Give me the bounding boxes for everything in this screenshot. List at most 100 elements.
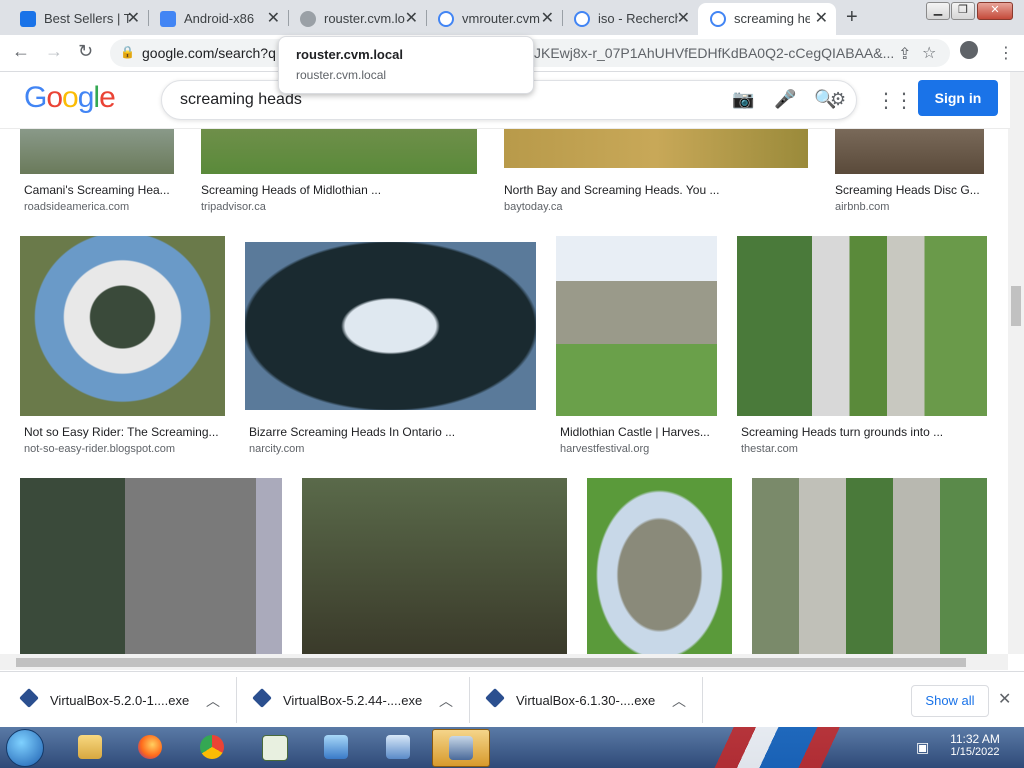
result-thumbnail[interactable]: [835, 128, 984, 174]
tab-android-x86[interactable]: Android-x86 ✕: [148, 3, 288, 35]
result-card[interactable]: [587, 478, 732, 654]
bookmark-star-icon[interactable]: ☆: [922, 43, 936, 63]
url-text: google.com/search?q: [142, 45, 276, 61]
close-tab-icon[interactable]: ✕: [541, 8, 554, 28]
result-thumbnail[interactable]: [20, 236, 225, 416]
windows-taskbar: ▣ 11:32 AM 1/15/2022: [0, 727, 1024, 768]
result-source[interactable]: tripadvisor.ca: [201, 201, 266, 213]
reload-icon[interactable]: ↻: [78, 41, 93, 62]
google-favicon-icon: [574, 11, 590, 27]
result-thumbnail[interactable]: [20, 128, 174, 174]
lock-icon[interactable]: 🔒: [120, 45, 135, 59]
close-tab-icon[interactable]: ✕: [815, 8, 828, 28]
camera-icon[interactable]: 📷: [732, 89, 754, 110]
close-tab-icon[interactable]: ✕: [267, 8, 280, 28]
tab-best-sellers[interactable]: Best Sellers | T ✕: [8, 3, 148, 35]
result-caption[interactable]: Midlothian Castle | Harves...: [560, 425, 720, 439]
result-card[interactable]: North Bay and Screaming Heads. You ... b…: [500, 128, 820, 218]
maximize-button[interactable]: ❐: [951, 2, 975, 20]
forward-arrow-icon[interactable]: →: [45, 41, 63, 62]
google-logo[interactable]: Google: [24, 81, 116, 115]
network-tray-icon[interactable]: ▣: [916, 739, 929, 756]
result-card[interactable]: [752, 478, 987, 654]
close-download-bar-icon[interactable]: ✕: [998, 689, 1011, 709]
taskbar-notepad[interactable]: [246, 729, 302, 765]
globe-icon: [300, 11, 316, 27]
result-thumbnail[interactable]: [201, 128, 477, 174]
result-caption[interactable]: Screaming Heads of Midlothian ...: [201, 183, 491, 197]
result-thumbnail[interactable]: [245, 242, 536, 410]
result-source[interactable]: baytoday.ca: [504, 201, 563, 213]
result-source[interactable]: harvestfestival.org: [560, 443, 649, 455]
chevron-up-icon[interactable]: ︿: [672, 691, 686, 711]
minimize-button[interactable]: ▁: [926, 2, 950, 20]
taskbar-explorer[interactable]: [62, 729, 118, 765]
result-caption[interactable]: Not so Easy Rider: The Screaming...: [24, 425, 224, 439]
download-divider: [702, 677, 703, 723]
firefox-icon: [138, 735, 162, 759]
settings-gear-icon[interactable]: ⚙: [830, 89, 846, 110]
show-all-button[interactable]: Show all: [911, 685, 989, 717]
result-caption[interactable]: Camani's Screaming Hea...: [24, 183, 194, 197]
taskbar-firefox[interactable]: [122, 729, 178, 765]
result-card[interactable]: [302, 478, 567, 654]
result-source[interactable]: airbnb.com: [835, 201, 889, 213]
download-item[interactable]: VirtualBox-5.2.0-1....exe ︿: [19, 685, 232, 715]
more-menu-icon[interactable]: ⋮: [998, 43, 1014, 63]
sign-in-button[interactable]: Sign in: [918, 80, 998, 116]
result-thumbnail[interactable]: [737, 236, 987, 416]
tab-rouster[interactable]: rouster.cvm.lo ✕: [288, 3, 426, 35]
microphone-icon[interactable]: 🎤: [774, 89, 796, 110]
result-source[interactable]: roadsideamerica.com: [24, 201, 129, 213]
result-card[interactable]: Camani's Screaming Hea... roadsideameric…: [20, 128, 195, 218]
chevron-up-icon[interactable]: ︿: [206, 691, 220, 711]
new-tab-button[interactable]: +: [846, 6, 858, 29]
result-caption[interactable]: Screaming Heads turn grounds into ...: [741, 425, 986, 439]
vertical-scrollbar[interactable]: [1008, 72, 1024, 654]
result-card[interactable]: Screaming Heads Disc G... airbnb.com: [831, 128, 991, 218]
google-favicon-icon: [710, 11, 726, 27]
profile-avatar-icon[interactable]: [960, 41, 978, 59]
result-card[interactable]: Midlothian Castle | Harves... harvestfes…: [556, 236, 726, 466]
close-tab-icon[interactable]: ✕: [127, 8, 140, 28]
result-thumbnail[interactable]: [302, 478, 567, 654]
tab-vmrouter[interactable]: vmrouter.cvm ✕: [426, 3, 562, 35]
result-caption[interactable]: Screaming Heads Disc G...: [835, 183, 985, 197]
taskbar-remote[interactable]: [370, 729, 426, 765]
result-source[interactable]: narcity.com: [249, 443, 304, 455]
system-tray: ▣ 11:32 AM 1/15/2022: [912, 727, 1024, 768]
taskbar-chrome[interactable]: [184, 729, 240, 765]
download-item[interactable]: VirtualBox-5.2.44-....exe ︿: [252, 685, 465, 715]
result-thumbnail[interactable]: [752, 478, 987, 654]
result-caption[interactable]: Bizarre Screaming Heads In Ontario ...: [249, 425, 539, 439]
taskbar-active-app[interactable]: [432, 729, 490, 767]
start-button[interactable]: [6, 729, 44, 767]
taskbar-network[interactable]: [308, 729, 364, 765]
result-thumbnail[interactable]: [556, 236, 717, 416]
horizontal-scrollbar[interactable]: [0, 654, 1008, 670]
vertical-scrollbar-thumb[interactable]: [1011, 286, 1021, 326]
tab-iso-recherche[interactable]: iso - Recherch ✕: [562, 3, 698, 35]
download-item[interactable]: VirtualBox-6.1.30-....exe ︿: [485, 685, 698, 715]
result-card[interactable]: Not so Easy Rider: The Screaming... not-…: [20, 236, 230, 466]
result-source[interactable]: not-so-easy-rider.blogspot.com: [24, 443, 175, 455]
close-tab-icon[interactable]: ✕: [405, 8, 418, 28]
result-card[interactable]: Screaming Heads turn grounds into ... th…: [737, 236, 992, 466]
close-window-button[interactable]: ✕: [977, 2, 1013, 20]
result-caption[interactable]: North Bay and Screaming Heads. You ...: [504, 183, 804, 197]
result-card[interactable]: Screaming Heads of Midlothian ... tripad…: [197, 128, 497, 218]
chrome-icon: [200, 735, 224, 759]
result-card[interactable]: Bizarre Screaming Heads In Ontario ... n…: [245, 242, 545, 466]
result-source[interactable]: thestar.com: [741, 443, 798, 455]
share-icon[interactable]: ⇪: [898, 44, 911, 64]
result-thumbnail[interactable]: [504, 128, 808, 168]
close-tab-icon[interactable]: ✕: [677, 8, 690, 28]
result-thumbnail[interactable]: [20, 478, 282, 654]
result-thumbnail[interactable]: [587, 478, 732, 654]
horizontal-scrollbar-thumb[interactable]: [16, 658, 966, 667]
tab-screaming-heads[interactable]: screaming he ✕: [698, 3, 836, 35]
back-arrow-icon[interactable]: ←: [12, 41, 30, 62]
clock[interactable]: 11:32 AM 1/15/2022: [942, 732, 1008, 758]
result-card[interactable]: [20, 478, 282, 654]
chevron-up-icon[interactable]: ︿: [439, 691, 453, 711]
